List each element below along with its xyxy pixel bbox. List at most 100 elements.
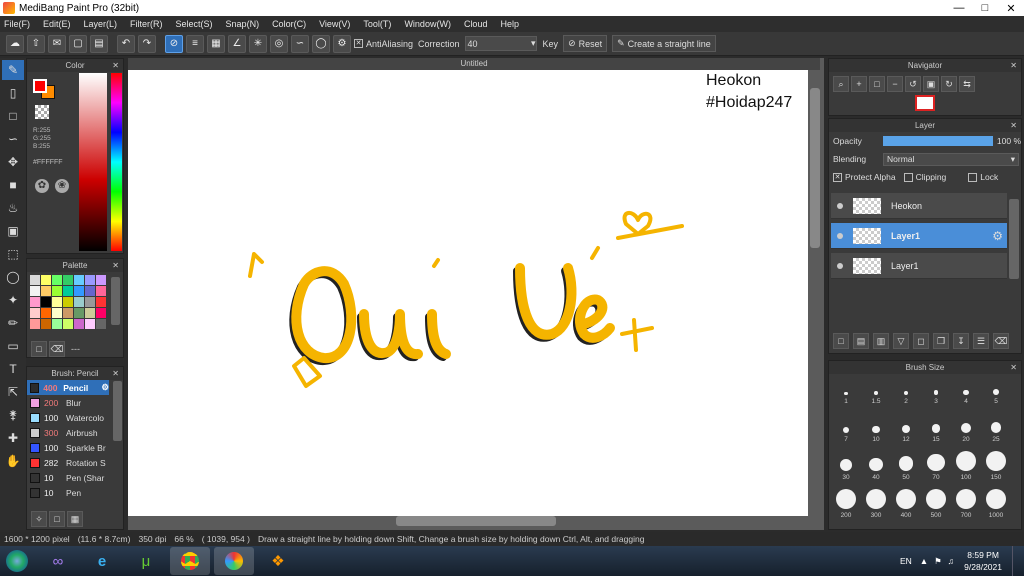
- flag-icon[interactable]: ⚑: [934, 556, 942, 567]
- palette-swatch[interactable]: [41, 319, 51, 329]
- zoom-fit-icon[interactable]: ⌕: [833, 76, 849, 92]
- brush-size-option[interactable]: 20: [951, 413, 981, 443]
- palette-swatch[interactable]: [41, 275, 51, 285]
- brush-item[interactable]: 282 Rotation S: [27, 455, 109, 470]
- eraser-tool-icon[interactable]: ▯: [2, 83, 24, 103]
- operation-tool-icon[interactable]: ⇱: [2, 382, 24, 402]
- page-icon[interactable]: ▤: [90, 34, 108, 53]
- straight-line-button[interactable]: ✎ Create a straight line: [612, 35, 716, 52]
- correction-select[interactable]: 40 ▾: [464, 36, 537, 51]
- redo-icon[interactable]: ↷: [138, 34, 156, 53]
- transparent-color-swatch[interactable]: [35, 105, 49, 119]
- palette-swatch[interactable]: [85, 297, 95, 307]
- brush-size-option[interactable]: 50: [891, 451, 921, 481]
- palette-swatch[interactable]: [74, 286, 84, 296]
- palette-swatch[interactable]: [52, 319, 62, 329]
- add-brush-icon[interactable]: ✧: [31, 511, 47, 527]
- gradient-tool-icon[interactable]: ▣: [2, 221, 24, 241]
- select-pen-icon[interactable]: ✏: [2, 313, 24, 333]
- rotate-right-icon[interactable]: ↻: [941, 76, 957, 92]
- brush-size-option[interactable]: 150: [981, 451, 1011, 481]
- layer-row[interactable]: Layer1 ⚙: [831, 223, 1007, 249]
- palette-swatch[interactable]: [41, 286, 51, 296]
- palette-swatch[interactable]: [63, 308, 73, 318]
- dot-tool-icon[interactable]: ∽: [2, 129, 24, 149]
- flip-icon[interactable]: ⇆: [959, 76, 975, 92]
- menu-cloud[interactable]: Cloud: [464, 19, 488, 29]
- menu-window[interactable]: Window(W): [404, 19, 451, 29]
- language-indicator[interactable]: EN: [900, 556, 912, 566]
- brush-size-option[interactable]: 3: [921, 375, 951, 405]
- magic-wand-icon[interactable]: ✦: [2, 290, 24, 310]
- palette-swatch[interactable]: [85, 286, 95, 296]
- brush-size-option[interactable]: 15: [921, 413, 951, 443]
- fill-tool-icon[interactable]: ♨: [2, 198, 24, 218]
- brush-size-option[interactable]: 30: [831, 451, 861, 481]
- brush-size-option[interactable]: 100: [951, 451, 981, 481]
- protect-alpha-checkbox[interactable]: ✕: [833, 172, 842, 182]
- palette-swatch[interactable]: [96, 275, 106, 285]
- palette-swatch[interactable]: [63, 297, 73, 307]
- clipping-checkbox[interactable]: [903, 172, 913, 182]
- brush-size-option[interactable]: 1.5: [861, 375, 891, 405]
- layer-settings-icon[interactable]: ☰: [973, 333, 989, 349]
- brush-size-option[interactable]: 5: [981, 375, 1011, 405]
- utorrent-icon[interactable]: μ: [126, 547, 166, 575]
- palette-swatch[interactable]: [74, 275, 84, 285]
- snap-parallel-icon[interactable]: ≡: [186, 34, 204, 53]
- internet-explorer-icon[interactable]: e: [82, 547, 122, 575]
- add-layer-menu-icon[interactable]: ▽: [893, 333, 909, 349]
- chrome-icon[interactable]: [170, 547, 210, 575]
- horizontal-scrollbar[interactable]: [396, 516, 556, 526]
- snap-circle-icon[interactable]: ◎: [270, 34, 288, 53]
- eyedropper-icon[interactable]: ⚵: [2, 405, 24, 425]
- brush-item[interactable]: 100 Watercolo: [27, 410, 109, 425]
- share-icon[interactable]: ⇧: [27, 34, 45, 53]
- cloud-icon[interactable]: ☁: [6, 34, 24, 53]
- select-tool-icon[interactable]: ⬚: [2, 244, 24, 264]
- palette-swatch[interactable]: [96, 308, 106, 318]
- palette-swatch[interactable]: [52, 297, 62, 307]
- new-halftone-layer-icon[interactable]: ▤: [853, 333, 869, 349]
- vertical-scrollbar[interactable]: [810, 88, 820, 248]
- palette-swatch[interactable]: [63, 319, 73, 329]
- palette-swatch[interactable]: [74, 308, 84, 318]
- layer-row[interactable]: Layer1: [831, 253, 1007, 279]
- delete-palette-icon[interactable]: ⌫: [49, 341, 65, 357]
- zoom-out-icon[interactable]: −: [887, 76, 903, 92]
- zoom-in-icon[interactable]: +: [851, 76, 867, 92]
- reset-button[interactable]: ⊘ Reset: [563, 35, 608, 52]
- folder-icon[interactable]: ◻: [913, 333, 929, 349]
- palette-swatch[interactable]: [96, 286, 106, 296]
- brush-size-option[interactable]: 70: [921, 451, 951, 481]
- brush-item[interactable]: 300 Airbrush: [27, 425, 109, 440]
- delete-layer-icon[interactable]: ⌫: [993, 333, 1009, 349]
- volume-icon[interactable]: ♫: [948, 556, 954, 566]
- palette-swatch[interactable]: [41, 308, 51, 318]
- color-settings-icon[interactable]: ❀: [55, 179, 69, 193]
- snap-angle-icon[interactable]: ∠: [228, 34, 246, 53]
- brush-size-option[interactable]: 700: [951, 489, 981, 519]
- brush-size-option[interactable]: 1: [831, 375, 861, 405]
- text-tool-icon[interactable]: T: [2, 359, 24, 379]
- visual-studio-icon[interactable]: ∞: [38, 547, 78, 575]
- rotate-reset-icon[interactable]: ▣: [923, 76, 939, 92]
- brush-item[interactable]: 10 Pen: [27, 485, 109, 500]
- new-8bit-layer-icon[interactable]: ▥: [873, 333, 889, 349]
- navigator-preview[interactable]: [915, 95, 935, 111]
- menu-edit[interactable]: Edit(E): [43, 19, 71, 29]
- palette-swatch[interactable]: [85, 319, 95, 329]
- snap-curve-icon[interactable]: ∽: [291, 34, 309, 53]
- clock[interactable]: 8:59 PM 9/28/2021: [964, 549, 1002, 573]
- menu-help[interactable]: Help: [500, 19, 519, 29]
- brush-size-option[interactable]: 1000: [981, 489, 1011, 519]
- zoom-actual-icon[interactable]: □: [869, 76, 885, 92]
- palette-swatch[interactable]: [30, 297, 40, 307]
- brush-size-option[interactable]: 12: [891, 413, 921, 443]
- brush-size-option[interactable]: 7: [831, 413, 861, 443]
- panel-close-icon[interactable]: ✕: [112, 61, 119, 70]
- new-brush-icon[interactable]: □: [49, 511, 65, 527]
- menu-file[interactable]: File(F): [4, 19, 30, 29]
- medibang-taskbar-icon[interactable]: [214, 547, 254, 575]
- brush-size-option[interactable]: 200: [831, 489, 861, 519]
